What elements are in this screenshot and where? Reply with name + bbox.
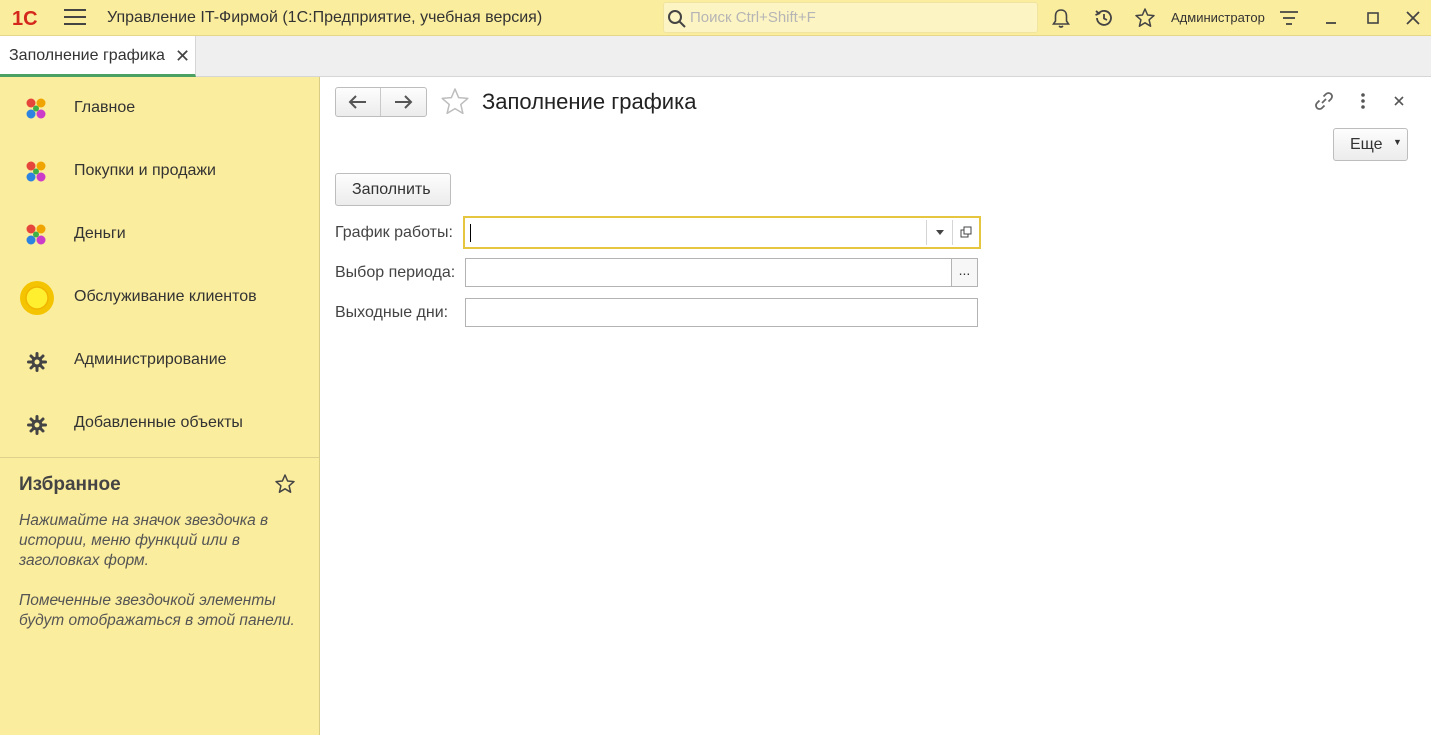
sidebar-item-added-objects[interactable]: Добавленные объекты [0,392,319,455]
maximize-icon[interactable] [1362,7,1384,29]
period-select-button[interactable]: ... [951,259,977,286]
user-name[interactable]: Администратор [1171,10,1265,25]
weekend-label: Выходные дни: [335,304,449,321]
minimize-icon[interactable] [1320,7,1342,29]
form-title: Заполнение графика [482,89,697,114]
link-icon[interactable] [1313,90,1335,112]
schedule-dropdown-button[interactable] [926,220,952,245]
gear-icon [27,415,47,435]
open-window-icon [960,226,972,238]
forward-button[interactable] [381,88,426,116]
form-window: Заполнение графика Еще ▼ Заполнить Графи… [320,77,1431,735]
fill-label: Заполнить [352,181,431,198]
app-title: Управление IT-Фирмой (1С:Предприятие, уч… [107,9,543,26]
divider [0,457,319,458]
favorites-title: Избранное [19,474,121,495]
sidebar-item-label: Обслуживание клиентов [74,288,257,305]
more-actions-button[interactable]: Еще ▼ [1333,128,1408,161]
tab-close-icon[interactable]: ✕ [175,46,190,67]
bell-icon[interactable] [1050,7,1072,29]
1c-logo: 1С [12,8,38,29]
settings-menu-icon[interactable] [1278,7,1300,29]
subsystem-dots-icon [26,224,46,245]
main-menu-icon[interactable] [64,9,86,27]
tab-label: Заполнение графика [9,47,165,64]
yellow-circle-icon [20,281,54,315]
star-icon[interactable] [1134,7,1156,29]
schedule-open-button[interactable] [952,220,979,245]
schedule-label: График работы: [335,224,453,241]
sidebar-item-money[interactable]: Деньги [0,203,319,266]
sidebar-item-label: Администрирование [74,351,227,368]
period-label: Выбор периода: [335,264,456,281]
close-form-icon[interactable] [1388,90,1410,112]
subsystem-dots-icon [26,98,46,119]
star-icon[interactable] [274,473,296,495]
sidebar-item-label: Добавленные объекты [74,414,243,431]
favorites-hint: Нажимайте на значок звездочка в истории,… [19,512,269,569]
schedule-field[interactable] [463,216,981,249]
favorites-hint: Помеченные звездочкой элементы будут ото… [19,592,295,629]
sidebar-item-label: Главное [74,99,136,116]
back-button[interactable] [336,88,381,116]
more-vertical-icon[interactable] [1352,90,1374,112]
search-icon [668,10,686,28]
favorite-star-icon[interactable] [440,87,470,117]
fill-button[interactable]: Заполнить [335,173,451,206]
more-label: Еще [1350,136,1383,153]
open-windows-bar: Заполнение графика ✕ [0,36,1431,77]
navigation-buttons [335,87,427,117]
arrow-left-icon [348,95,366,109]
history-icon[interactable] [1093,7,1115,29]
sidebar-item-main[interactable]: Главное [0,77,319,140]
sections-panel: Главное Покупки и продажи Деньги Обслужи… [0,77,320,735]
subsystem-dots-icon [26,161,46,182]
close-icon[interactable] [1402,7,1424,29]
search-box[interactable] [663,2,1038,33]
tab-fill-schedule[interactable]: Заполнение графика ✕ [0,36,196,77]
sidebar-item-label: Деньги [74,225,126,242]
sidebar-item-label: Покупки и продажи [74,162,216,179]
gear-icon [27,352,47,372]
dropdown-arrow-icon: ▼ [1393,137,1402,147]
title-bar: 1С Управление IT-Фирмой (1С:Предприятие,… [0,0,1431,36]
arrow-right-icon [395,95,413,109]
sidebar-item-administration[interactable]: Администрирование [0,329,319,392]
sidebar-item-purchases-sales[interactable]: Покупки и продажи [0,140,319,203]
weekend-field[interactable] [465,298,978,327]
svg-text:1С: 1С [12,8,38,29]
sidebar-item-customer-service[interactable]: Обслуживание клиентов [0,266,319,329]
period-field[interactable]: ... [465,258,978,287]
search-input[interactable] [690,5,1030,30]
chevron-down-icon [936,230,944,235]
text-caret [470,224,471,242]
